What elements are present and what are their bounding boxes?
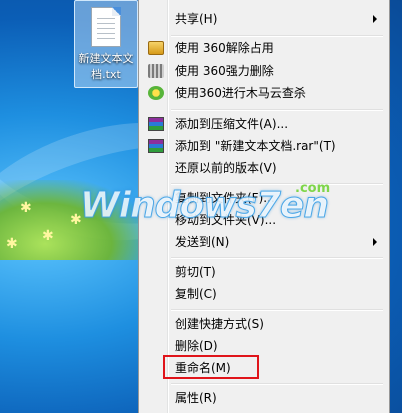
rename-highlight-box: [163, 355, 259, 379]
menu-item-360-shred[interactable]: 使用 360强力删除: [141, 60, 387, 82]
desktop-file-icon[interactable]: 新建文本文档.txt: [74, 0, 138, 88]
menu-item-create-shortcut[interactable]: 创建快捷方式(S): [141, 313, 387, 335]
flower-icon: ✱: [42, 228, 54, 244]
menu-item-share[interactable]: 共享(H): [141, 8, 387, 30]
menu-item-properties[interactable]: 属性(R): [141, 387, 387, 409]
menu-item-label: 共享(H): [175, 12, 218, 26]
menu-item-label: 剪切(T): [175, 265, 216, 279]
menu-separator: [171, 383, 383, 385]
menu-item-label: 添加到压缩文件(A)...: [175, 117, 289, 131]
menu-item-delete[interactable]: 删除(D): [141, 335, 387, 357]
menu-item-360-unlock[interactable]: 使用 360解除占用: [141, 37, 387, 59]
menu-item-cut[interactable]: 剪切(T): [141, 261, 387, 283]
winrar-icon: [148, 139, 164, 153]
menu-item-label: 删除(D): [175, 339, 218, 353]
menu-item-label: 还原以前的版本(V): [175, 161, 277, 175]
menu-item-add-rar[interactable]: 添加到 "新建文本文档.rar"(T): [141, 135, 387, 157]
winrar-icon: [148, 117, 164, 131]
flower-icon: ✱: [6, 236, 18, 252]
submenu-arrow-icon: [373, 15, 377, 23]
menu-item-label: 使用360进行木马云查杀: [175, 86, 306, 100]
file-name-label: 新建文本文档.txt: [78, 52, 134, 81]
submenu-arrow-icon: [373, 238, 377, 246]
watermark-com: .com: [295, 181, 331, 196]
360-unlock-icon: [148, 41, 164, 55]
watermark-text: Windows7en: [80, 185, 330, 227]
menu-item-360-scan[interactable]: 使用360进行木马云查杀: [141, 82, 387, 104]
menu-item-label: 使用 360解除占用: [175, 41, 274, 55]
menu-separator: [171, 109, 383, 111]
menu-separator: [171, 309, 383, 311]
360-scan-icon: [148, 86, 164, 100]
shredder-icon: [148, 64, 164, 78]
menu-item-label: 使用 360强力删除: [175, 64, 274, 78]
menu-item-label: 复制(C): [175, 287, 217, 301]
flower-icon: ✱: [20, 200, 32, 216]
text-file-icon: [91, 7, 121, 47]
menu-item-label: 属性(R): [175, 391, 217, 405]
menu-separator: [171, 257, 383, 259]
menu-item-label: 创建快捷方式(S): [175, 317, 264, 331]
watermark-logo: Windows7en .com: [80, 181, 340, 235]
menu-item-copy[interactable]: 复制(C): [141, 283, 387, 305]
menu-item-label: 添加到 "新建文本文档.rar"(T): [175, 139, 336, 153]
menu-item-restore-versions[interactable]: 还原以前的版本(V): [141, 157, 387, 179]
menu-item-add-archive[interactable]: 添加到压缩文件(A)...: [141, 113, 387, 135]
